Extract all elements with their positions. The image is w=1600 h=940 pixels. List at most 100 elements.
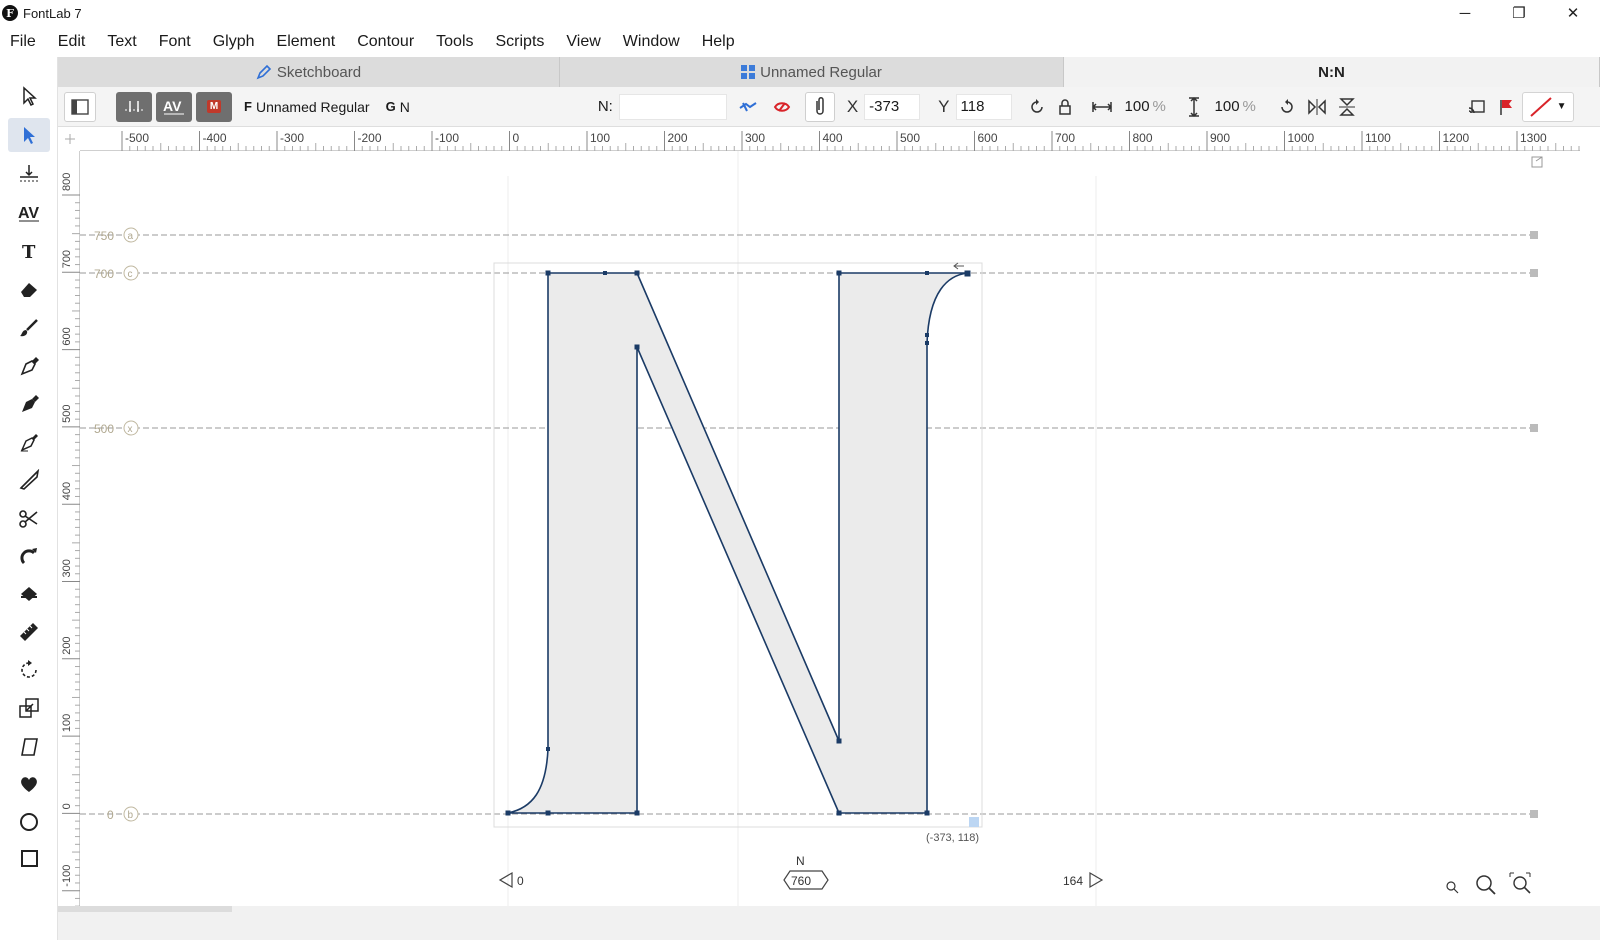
menu-font[interactable]: Font [159, 33, 191, 51]
glyph-canvas[interactable]: 750 a 700 c 500 x 0 b (-373, 118) 0 N 76… [80, 151, 1550, 906]
lsb-value[interactable]: 0 [517, 874, 524, 888]
panel-toggle-button[interactable] [64, 91, 96, 122]
tab-sketchboard[interactable]: Sketchboard [58, 57, 560, 87]
expand-corner-icon[interactable] [1531, 156, 1543, 168]
contour-select-icon[interactable] [8, 118, 50, 152]
flip-vertical-button[interactable] [1334, 92, 1360, 122]
tab-label: N:N [1318, 63, 1345, 81]
unlink-button[interactable] [767, 92, 797, 122]
menu-help[interactable]: Help [702, 33, 735, 51]
document-tabs: Sketchboard Unnamed Regular N:N [58, 57, 1600, 87]
ellipse-icon[interactable] [8, 805, 50, 839]
height-scale-field[interactable]: 100% [1209, 93, 1262, 120]
text-icon[interactable]: T [8, 234, 50, 268]
rapidograph-icon[interactable] [8, 387, 50, 421]
node[interactable] [634, 344, 640, 350]
ruler-label: 600 [61, 327, 73, 345]
scissors-icon[interactable] [8, 501, 50, 535]
menu-tools[interactable]: Tools [436, 33, 473, 51]
clip-button[interactable] [804, 91, 835, 122]
baseline-end-marker[interactable] [1530, 810, 1538, 818]
node[interactable] [925, 271, 929, 275]
cast-button[interactable] [1464, 92, 1490, 122]
guide-icon[interactable] [8, 156, 50, 190]
node[interactable] [836, 270, 842, 276]
node[interactable] [545, 270, 551, 276]
menu-scripts[interactable]: Scripts [496, 33, 545, 51]
tab-glyph-window[interactable]: N:N [1064, 57, 1600, 87]
rotate-ccw-button[interactable] [1024, 92, 1050, 122]
node[interactable] [836, 810, 842, 816]
cap-end-marker[interactable] [1530, 269, 1538, 277]
minimize-button[interactable]: ─ [1438, 0, 1492, 26]
scale-icon[interactable] [8, 691, 50, 725]
element-name-field[interactable] [618, 93, 727, 120]
width-scale-value: 100 [1124, 98, 1150, 115]
mode-badge[interactable]: M [196, 91, 232, 122]
metrics-view-button[interactable] [116, 91, 152, 122]
knife-icon[interactable] [8, 463, 50, 497]
restore-button[interactable]: ❐ [1492, 0, 1546, 26]
kerning-icon: AV [163, 98, 184, 114]
zoom-icon[interactable] [1476, 875, 1496, 895]
rotate-cw-button[interactable] [1274, 92, 1300, 122]
vertical-ruler[interactable]: 800 700 600 500 400 300 200 100 0 -100 [58, 151, 80, 921]
menu-text[interactable]: Text [107, 33, 136, 51]
rsb-value[interactable]: 164 [1063, 874, 1083, 888]
advance-width-value[interactable]: 760 [791, 874, 811, 888]
horizontal-scrollbar[interactable] [58, 906, 232, 912]
node[interactable] [546, 747, 550, 751]
menu-element[interactable]: Element [277, 33, 336, 51]
horizontal-ruler[interactable]: -500 -400 -300 -200 -100 0 100 200 300 400 500 600 7… [80, 127, 1588, 151]
rectangle-icon[interactable] [8, 841, 50, 875]
zoom-out-icon[interactable] [1446, 881, 1459, 894]
node[interactable] [925, 333, 929, 337]
node[interactable] [836, 738, 842, 744]
menu-contour[interactable]: Contour [357, 33, 414, 51]
cursor-marker [969, 817, 979, 827]
menu-edit[interactable]: Edit [58, 33, 86, 51]
node[interactable] [924, 810, 930, 816]
metrics-icon[interactable]: AV [8, 195, 50, 229]
zoom-fit-icon[interactable] [1509, 872, 1531, 894]
pointer-icon[interactable] [8, 79, 50, 113]
kerning-view-button[interactable]: AV [156, 91, 192, 122]
slant-icon[interactable] [8, 729, 50, 763]
flip-vertical-icon [1338, 97, 1355, 116]
ascender-end-marker[interactable] [1530, 231, 1538, 239]
scale-button[interactable] [1052, 92, 1078, 122]
mode-badge-label: M [206, 100, 222, 113]
node[interactable] [603, 271, 607, 275]
close-button[interactable]: ✕ [1546, 0, 1600, 26]
rotate-icon[interactable] [8, 653, 50, 687]
node[interactable] [634, 810, 640, 816]
pencil-icon[interactable] [8, 425, 50, 459]
flag-button[interactable] [1494, 92, 1518, 122]
node[interactable] [925, 341, 929, 345]
svg-text:AV: AV [18, 205, 39, 222]
width-scale-field[interactable]: 100% [1119, 93, 1172, 120]
eraser-icon[interactable] [8, 272, 50, 306]
flip-horizontal-button[interactable] [1304, 92, 1330, 122]
link-button[interactable] [733, 92, 763, 122]
menu-glyph[interactable]: Glyph [213, 33, 255, 51]
node[interactable] [545, 810, 551, 816]
menu-view[interactable]: View [566, 33, 600, 51]
ruler-icon[interactable] [8, 615, 50, 649]
node[interactable] [964, 270, 971, 277]
pen-icon[interactable] [8, 349, 50, 383]
magnet-icon[interactable] [8, 539, 50, 573]
xheight-end-marker[interactable] [1530, 424, 1538, 432]
tab-font-window[interactable]: Unnamed Regular [560, 57, 1064, 87]
color-picker-button[interactable]: ▼ [1521, 91, 1574, 122]
brush-icon[interactable] [8, 311, 50, 345]
node[interactable] [634, 270, 640, 276]
heart-icon[interactable] [8, 767, 50, 801]
menu-window[interactable]: Window [623, 33, 680, 51]
fill-icon[interactable] [8, 577, 50, 611]
y-field[interactable]: 118 [955, 93, 1012, 120]
x-field[interactable]: -373 [864, 93, 921, 120]
lsb-arrow-icon[interactable] [498, 871, 513, 889]
menu-file[interactable]: File [10, 33, 36, 51]
node[interactable] [505, 810, 511, 816]
